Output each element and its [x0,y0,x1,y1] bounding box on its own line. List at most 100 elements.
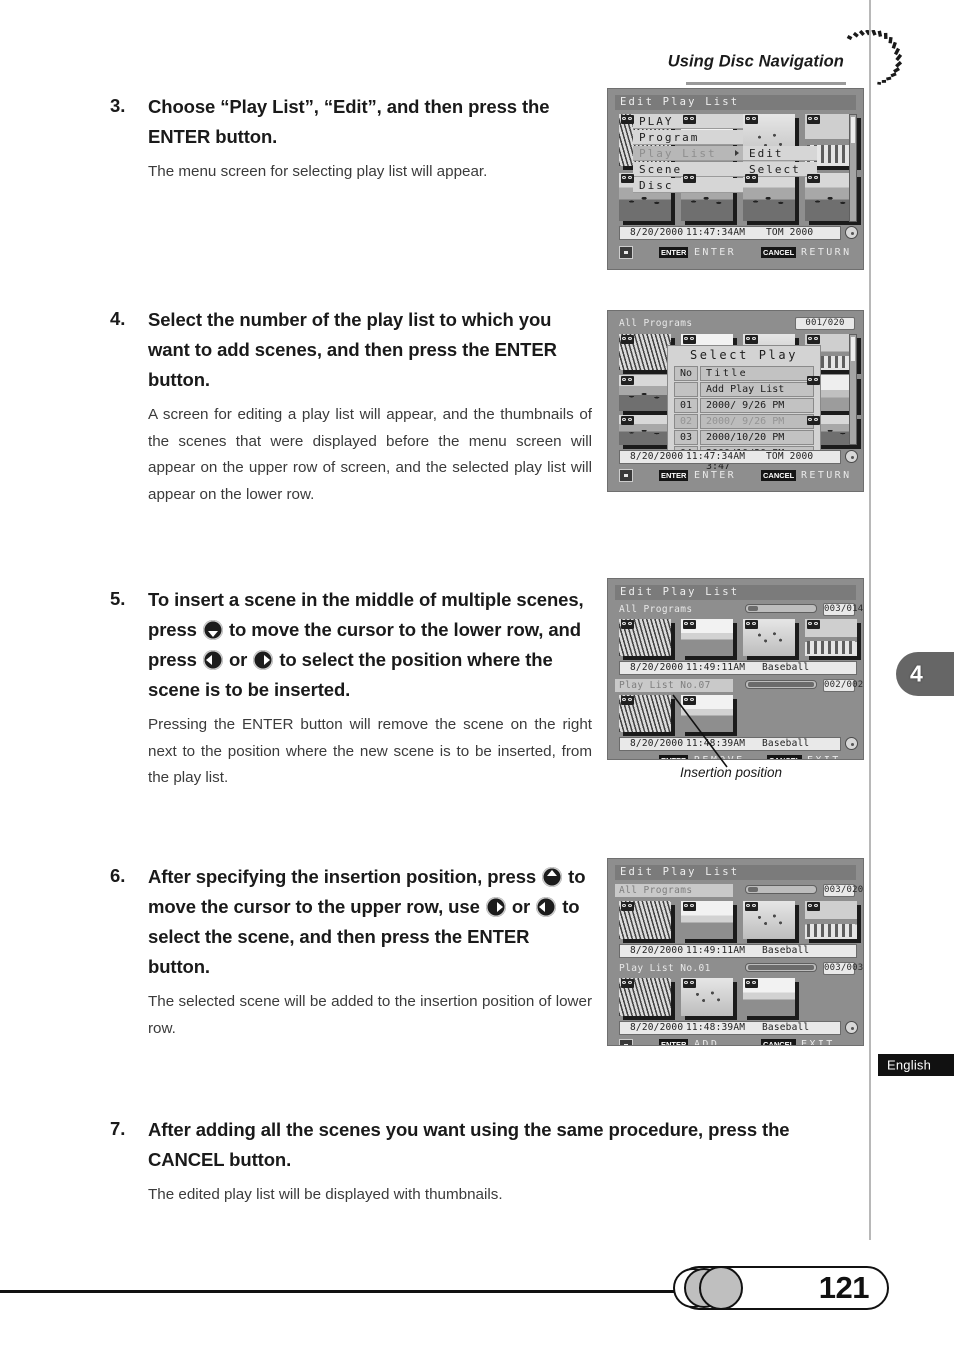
step-7: 7. After adding all the scenes you want … [110,1115,852,1209]
fig2-status-time: 11:47:34AM [686,451,746,462]
thumbnail-selected[interactable] [743,619,795,656]
step-6-heading: After specifying the insertion position,… [148,862,592,982]
vertical-scrollbar[interactable] [849,114,857,222]
table-row[interactable]: 03 2000/10/20 PM 3:11 [674,430,814,456]
thumbnail-selected[interactable] [619,901,671,939]
thumbnail[interactable] [681,978,733,1016]
dpad-left-icon-2 [536,897,557,917]
step-5-heading: To insert a scene in the middle of multi… [148,585,592,705]
thumbnail[interactable] [619,415,671,445]
dpad-left-icon [202,650,223,670]
fig4-guide-bar: ENTER ADD CANCEL EXIT [615,1038,856,1046]
thumbnail[interactable] [681,901,733,939]
fig1-status-date: 8/20/2000 [630,227,684,238]
step-3-heading: Choose “Play List”, “Edit”, and then pre… [148,96,550,147]
fig4-lower-scrollbar[interactable] [745,963,817,972]
table-header-row: No Title [674,366,814,381]
disc-icon [845,450,858,463]
fig4-screen-title: Edit Play List [615,865,856,880]
chapter-tab: 4 [896,652,954,696]
row-no: 01 [674,398,698,413]
fig4-upper-counter: 003/020 [823,884,864,897]
page-number: 121 [818,1270,870,1305]
step-6-heading-part-3: or [506,896,536,917]
figure-edit-play-list-add: Edit Play List All Programs 003/020 8/20… [607,858,864,1046]
fig3-action-exit: EXIT [807,754,841,759]
thumbnail[interactable] [619,619,671,656]
fig2-key-enter: ENTER [659,470,689,481]
fig4-lower-status-date: 8/20/2000 [630,1022,684,1033]
fig1-status-name: TOM 2000 [766,227,814,238]
fig2-action-return: RETURN [801,470,852,481]
disc-icon [845,737,858,750]
step-5-heading-part-3: or [223,649,253,670]
thumbnail[interactable] [743,901,795,939]
menu-item-play-list-label: Play List [639,147,717,160]
fig3-lower-counter: 002/002 [823,679,864,692]
fig3-upper-status-name: Baseball [762,662,810,673]
fig4-lower-status-name: Baseball [762,1022,810,1033]
fig4-action-add: ADD [694,1039,720,1046]
side-divider-rule [869,0,871,1240]
fig4-upper-status-date: 8/20/2000 [630,945,684,956]
fig2-select-play-list-dialog: Select Play List No Title Add Play List … [667,345,821,472]
fig2-action-enter: ENTER [694,470,737,481]
lcd-screen-4: Edit Play List All Programs 003/020 8/20… [607,858,864,1046]
table-row[interactable]: 02 2000/ 9/26 PM 2:04 [674,414,814,440]
chapter-tab-number: 4 [910,660,923,687]
step-4: 4. Select the number of the play list to… [110,305,592,508]
fig1-key-enter: ENTER [659,247,689,258]
thumbnail[interactable] [805,901,857,939]
fig1-action-enter: ENTER [694,247,737,258]
fig1-status-bar: 8/20/2000 11:47:34AM TOM 2000 [619,226,841,240]
insertion-position-leader-line [672,694,728,768]
thumbnail[interactable] [681,619,733,656]
fig3-upper-status-date: 8/20/2000 [630,662,684,673]
submenu-item-edit[interactable]: Edit [743,146,817,161]
thumbnail[interactable] [619,978,671,1016]
thumbnail[interactable] [743,173,795,221]
fig3-upper-scrollbar[interactable] [745,604,817,613]
fig2-header-no: No [674,366,698,381]
fig3-lower-row-label: Play List No.07 [615,679,733,692]
fig3-lower-scrollbar[interactable] [745,680,817,689]
row-no [674,382,698,397]
submenu-arrow-icon [735,150,739,156]
menu-item-program[interactable]: Program [633,130,743,145]
thumbnail[interactable] [805,619,857,656]
disc-icon [845,226,858,239]
step-3-body: The menu screen for selecting play list … [148,163,488,180]
lcd-screen-2: All Programs 001/020 Select Play List No… [607,310,864,492]
fig4-upper-status-time: 11:49:11AM [686,945,746,956]
step-5-body: Pressing the ENTER button will remove th… [148,716,592,786]
vertical-scrollbar[interactable] [849,334,857,445]
fig3-upper-status-time: 11:49:11AM [686,662,746,673]
table-row[interactable]: 01 2000/ 9/26 PM 2:00 [674,398,814,424]
figure-edit-play-list-remove: Edit Play List All Programs 003/014 8/20… [607,578,864,780]
figure-edit-play-list-menu: Edit Play List PLAY Program Play List Sc [607,88,864,270]
header-underline [686,82,846,85]
thumbnail[interactable] [743,978,795,1016]
language-badge: English [878,1054,954,1076]
step-4-body: A screen for editing a play list will ap… [148,406,592,503]
fig1-screen-title: Edit Play List [615,95,856,110]
row-title: 2000/10/20 PM 3:11 [700,430,814,456]
fig4-upper-scrollbar[interactable] [745,885,817,894]
thumbnail[interactable] [619,334,671,370]
fig1-status-time: 11:47:34AM [686,227,746,238]
step-3: 3. Choose “Play List”, “Edit”, and then … [110,92,592,186]
row-title: Add Play List [700,382,814,397]
dpad-right-icon [253,650,274,670]
fig4-lower-status-time: 11:48:39AM [686,1022,746,1033]
menu-item-play-list[interactable]: Play List [633,146,743,161]
footer-rule [0,1290,700,1293]
dpad-up-icon [542,867,563,887]
thumbnail[interactable] [619,375,671,411]
disc-icon [845,1021,858,1034]
fig4-upper-status-name: Baseball [762,945,810,956]
fig1-key-cancel: CANCEL [761,247,797,258]
step-5: 5. To insert a scene in the middle of mu… [110,585,592,792]
header-title: Using Disc Navigation [667,52,844,71]
table-row[interactable]: Add Play List [674,382,814,397]
step-4-number: 4. [110,308,126,329]
